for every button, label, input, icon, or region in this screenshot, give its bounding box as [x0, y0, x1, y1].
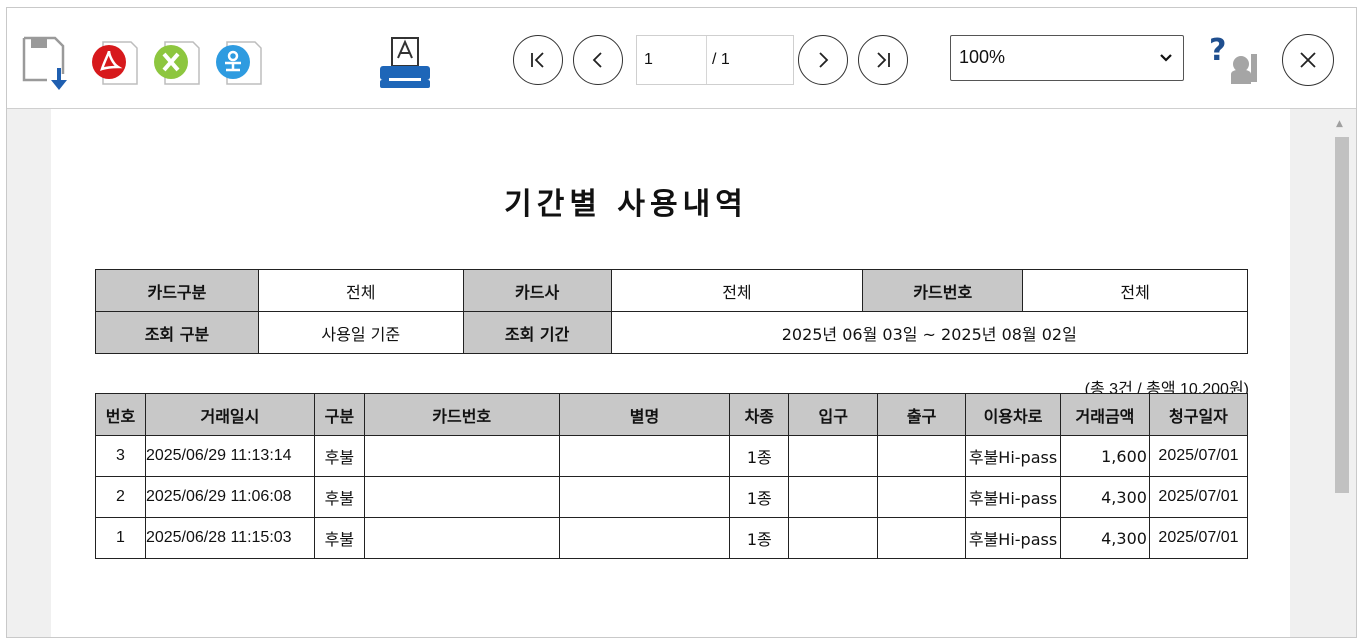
scrollbar-thumb[interactable] [1335, 137, 1349, 493]
amount: 4,300 [1060, 476, 1150, 518]
report-title: 기간별 사용내역 [504, 187, 748, 222]
column-header: 청구일자 [1148, 393, 1249, 436]
vehicle-class: 1종 [729, 435, 790, 477]
excel-icon[interactable] [153, 36, 205, 92]
report-page: 기간별 사용내역 카드구분 전체 카드사 전체 카드번호 전체 조회 구분 사용… [51, 109, 1290, 637]
table-header-row: 번호 거래일시 구분 카드번호 별명 차종 입구 출구 이용차로 거래금액 청구… [95, 393, 1249, 436]
payment-type: 후불 [313, 517, 365, 559]
card-type-label: 카드구분 [95, 269, 259, 312]
amount: 4,300 [1060, 517, 1150, 559]
exit [877, 517, 967, 559]
vehicle-class: 1종 [729, 517, 790, 559]
card-number [363, 435, 560, 477]
card-number [363, 476, 560, 518]
card-company-label: 카드사 [462, 269, 612, 312]
column-header: 차종 [729, 393, 790, 436]
usage-table: 번호 거래일시 구분 카드번호 별명 차종 입구 출구 이용차로 거래금액 청구… [95, 393, 1249, 559]
query-period-label: 조회 기간 [462, 311, 612, 354]
lane: 후불Hi-pass [965, 435, 1061, 477]
zoom-value: 100% [959, 47, 1006, 67]
row-number: 3 [95, 435, 146, 477]
payment-type: 후불 [313, 435, 365, 477]
lane: 후불Hi-pass [965, 517, 1061, 559]
prev-page-button[interactable] [573, 35, 623, 85]
billing-date: 2025/07/01 [1148, 476, 1249, 518]
chevron-left-icon [592, 52, 602, 68]
row-number: 1 [95, 517, 146, 559]
save-icon[interactable] [21, 34, 71, 94]
entrance [788, 476, 879, 518]
print-icon[interactable] [375, 32, 435, 96]
pdf-icon[interactable] [91, 36, 143, 92]
close-icon [1300, 52, 1316, 68]
entrance [788, 435, 879, 477]
close-button[interactable] [1282, 34, 1334, 86]
svg-text:?: ? [1209, 34, 1226, 68]
nickname [558, 435, 731, 477]
next-page-button[interactable] [798, 35, 848, 85]
conditions-row: 조회 구분 사용일 기준 조회 기간 2025년 06월 03일 ~ 2025년… [95, 311, 1249, 354]
column-header: 입구 [788, 393, 879, 436]
hwp-icon[interactable] [215, 36, 267, 92]
vehicle-class: 1종 [729, 476, 790, 518]
report-viewport: 기간별 사용내역 카드구분 전체 카드사 전체 카드번호 전체 조회 구분 사용… [7, 109, 1356, 637]
scroll-up-icon[interactable]: ▲ [1336, 119, 1343, 129]
table-row: 1 2025/06/28 11:15:03 후불 1종 후불Hi-pass 4,… [95, 517, 1249, 559]
page-indicator: 1 / 1 [636, 35, 794, 85]
card-number [363, 517, 560, 559]
conditions-row: 카드구분 전체 카드사 전체 카드번호 전체 [95, 269, 1248, 312]
nickname [558, 476, 731, 518]
chevron-right-icon [819, 52, 829, 68]
query-type-label: 조회 구분 [95, 311, 259, 354]
chevron-down-icon [1159, 36, 1173, 78]
card-type-value: 전체 [257, 269, 464, 312]
column-header: 구분 [313, 393, 365, 436]
column-header: 거래금액 [1060, 393, 1150, 436]
transaction-datetime: 2025/06/29 11:06:08 [144, 476, 315, 518]
column-header: 거래일시 [144, 393, 315, 436]
last-page-icon [877, 52, 890, 68]
table-row: 3 2025/06/29 11:13:14 후불 1종 후불Hi-pass 1,… [95, 435, 1249, 477]
billing-date: 2025/07/01 [1148, 517, 1249, 559]
table-row: 2 2025/06/29 11:06:08 후불 1종 후불Hi-pass 4,… [95, 476, 1249, 518]
entrance [788, 517, 879, 559]
card-number-value: 전체 [1022, 269, 1248, 312]
search-conditions-table: 카드구분 전체 카드사 전체 카드번호 전체 조회 구분 사용일 기준 조회 기… [95, 269, 1249, 354]
column-header: 카드번호 [363, 393, 560, 436]
toolbar: 1 / 1 100% ? [7, 8, 1356, 109]
zoom-select[interactable]: 100% [950, 35, 1184, 81]
vertical-scrollbar[interactable]: ▲ [1327, 109, 1356, 637]
exit [877, 476, 967, 518]
total-pages: / 1 [712, 51, 730, 68]
amount: 1,600 [1060, 435, 1150, 477]
column-header: 번호 [95, 393, 146, 436]
transaction-datetime: 2025/06/29 11:13:14 [144, 435, 315, 477]
first-page-button[interactable] [513, 35, 563, 85]
query-type-value: 사용일 기준 [257, 311, 464, 354]
report-viewer-window: 1 / 1 100% ? 기간별 사용내역 카드구분 전체 카드사 전체 카드번… [6, 7, 1357, 638]
first-page-icon [531, 52, 544, 68]
transaction-datetime: 2025/06/28 11:15:03 [144, 517, 315, 559]
nickname [558, 517, 731, 559]
row-number: 2 [95, 476, 146, 518]
last-page-button[interactable] [858, 35, 908, 85]
query-period-value: 2025년 06월 03일 ~ 2025년 08월 02일 [610, 311, 1249, 354]
current-page-input[interactable]: 1 [637, 36, 707, 84]
help-icon[interactable]: ? [1207, 33, 1263, 96]
lane: 후불Hi-pass [965, 476, 1061, 518]
exit [877, 435, 967, 477]
payment-type: 후불 [313, 476, 365, 518]
billing-date: 2025/07/01 [1148, 435, 1249, 477]
column-header: 이용차로 [965, 393, 1061, 436]
column-header: 별명 [558, 393, 731, 436]
card-number-label: 카드번호 [862, 269, 1024, 312]
column-header: 출구 [877, 393, 967, 436]
card-company-value: 전체 [610, 269, 864, 312]
